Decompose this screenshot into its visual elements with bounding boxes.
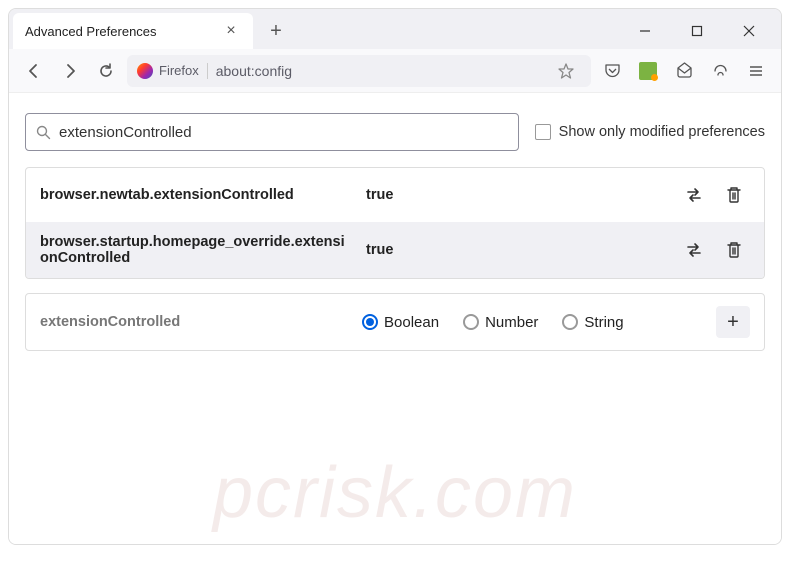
search-box[interactable] — [25, 113, 519, 151]
shield-icon[interactable] — [705, 56, 735, 86]
watermark: pcrisk.com — [213, 452, 577, 534]
new-pref-row: extensionControlled Boolean Number Strin… — [25, 293, 765, 351]
toggle-icon[interactable] — [678, 180, 710, 210]
firefox-icon — [137, 63, 153, 79]
type-options: Boolean Number String — [362, 314, 704, 331]
url-prefix-label: Firefox — [159, 63, 199, 78]
bookmark-star-icon[interactable] — [551, 56, 581, 86]
url-bar[interactable]: Firefox about:config — [127, 55, 591, 87]
back-button[interactable] — [19, 56, 49, 86]
radio-label: Boolean — [384, 314, 439, 331]
pref-name: browser.newtab.extensionControlled — [40, 187, 350, 203]
menu-icon[interactable] — [741, 56, 771, 86]
forward-button[interactable] — [55, 56, 85, 86]
pref-name: browser.startup.homepage_override.extens… — [40, 234, 350, 266]
trash-icon[interactable] — [718, 235, 750, 265]
search-row: Show only modified preferences — [25, 113, 765, 151]
radio-icon[interactable] — [562, 314, 578, 330]
radio-string[interactable]: String — [562, 314, 623, 331]
row-actions — [678, 235, 750, 265]
close-window-button[interactable] — [729, 16, 769, 46]
refresh-button[interactable] — [91, 56, 121, 86]
radio-number[interactable]: Number — [463, 314, 538, 331]
content-area: pcrisk.com Show only modified preference… — [9, 93, 781, 544]
radio-label: String — [584, 314, 623, 331]
modified-only-checkbox-wrap[interactable]: Show only modified preferences — [535, 124, 765, 140]
checkbox-icon[interactable] — [535, 124, 551, 140]
tab-bar: Advanced Preferences × + — [9, 9, 781, 49]
toggle-icon[interactable] — [678, 235, 710, 265]
radio-icon[interactable] — [463, 314, 479, 330]
checkbox-label: Show only modified preferences — [559, 124, 765, 140]
url-identity: Firefox — [137, 63, 208, 79]
url-text: about:config — [216, 63, 292, 79]
new-tab-button[interactable]: + — [261, 16, 291, 46]
tab-active[interactable]: Advanced Preferences × — [13, 13, 253, 49]
pocket-icon[interactable] — [597, 56, 627, 86]
add-button[interactable]: + — [716, 306, 750, 338]
tab-title: Advanced Preferences — [25, 24, 221, 39]
navigation-bar: Firefox about:config — [9, 49, 781, 93]
trash-icon[interactable] — [718, 180, 750, 210]
minimize-button[interactable] — [625, 16, 665, 46]
maximize-button[interactable] — [677, 16, 717, 46]
search-input[interactable] — [59, 124, 508, 141]
pref-row: browser.startup.homepage_override.extens… — [26, 222, 764, 278]
pref-value: true — [366, 187, 662, 203]
radio-label: Number — [485, 314, 538, 331]
prefs-table: browser.newtab.extensionControlled true … — [25, 167, 765, 279]
browser-window: Advanced Preferences × + — [8, 8, 782, 545]
new-pref-name: extensionControlled — [40, 314, 350, 330]
radio-icon[interactable] — [362, 314, 378, 330]
account-icon[interactable] — [669, 56, 699, 86]
row-actions — [678, 180, 750, 210]
window-controls — [625, 16, 781, 46]
pref-value: true — [366, 242, 662, 258]
close-icon[interactable]: × — [221, 21, 241, 41]
pref-row: browser.newtab.extensionControlled true — [26, 168, 764, 222]
extension-icon[interactable] — [633, 56, 663, 86]
search-icon — [36, 125, 51, 140]
radio-boolean[interactable]: Boolean — [362, 314, 439, 331]
